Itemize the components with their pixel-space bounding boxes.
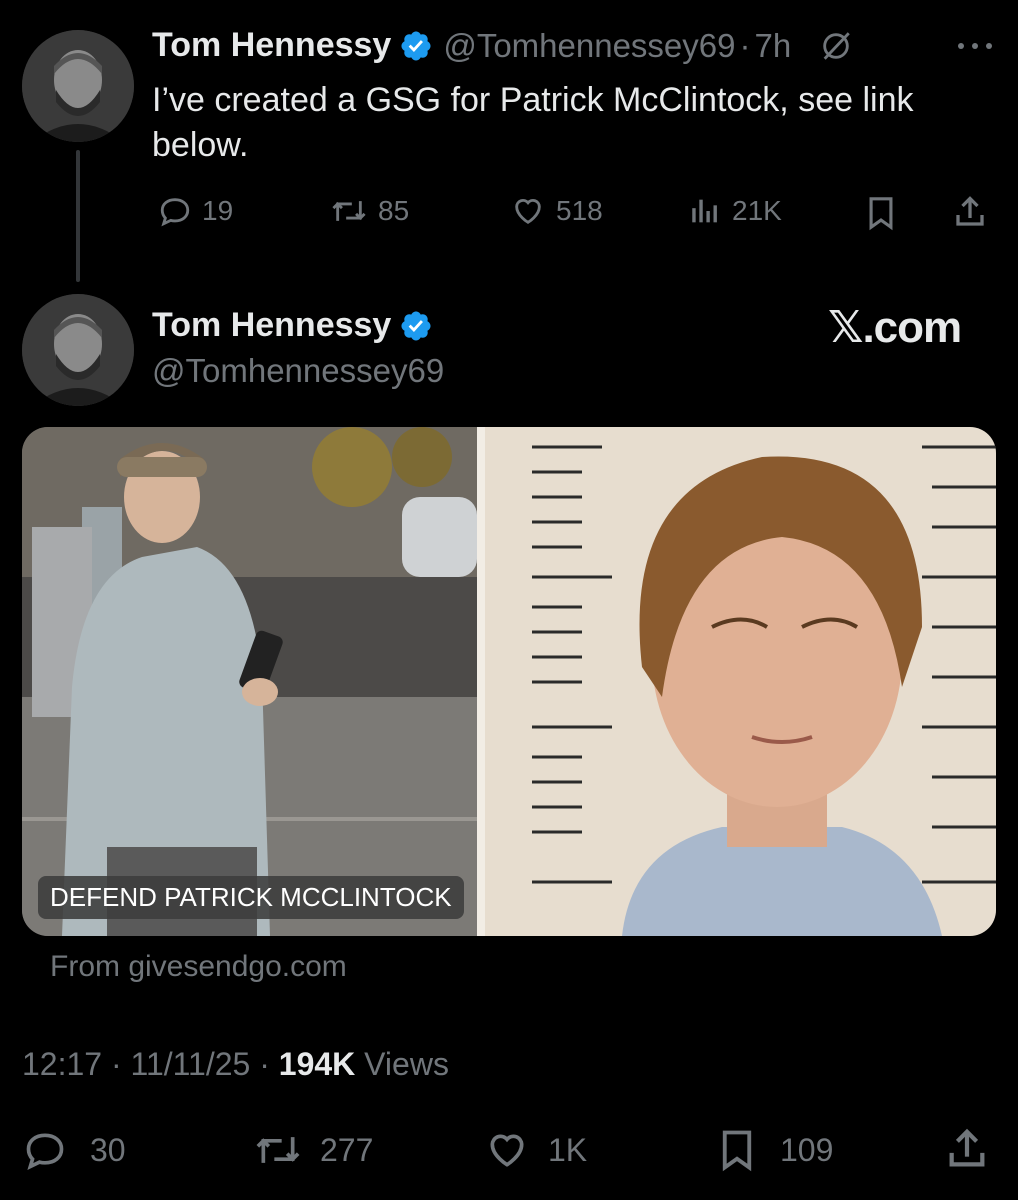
bookmark-icon [722, 1130, 752, 1172]
views-count: 21K [732, 195, 782, 226]
tweet-meta: 12:17 · 11/11/25 · 194K Views [22, 1046, 449, 1083]
bookmark-count: 109 [780, 1131, 834, 1168]
views-icon [692, 199, 717, 223]
author-handle[interactable]: @Tomhennessey69 [152, 352, 444, 390]
author-handle[interactable]: @Tomhennessey69 [443, 27, 735, 65]
thread-line [76, 150, 80, 282]
like-count: 518 [556, 195, 603, 226]
repost-count: 85 [378, 195, 410, 226]
more-icon[interactable] [955, 36, 995, 56]
bookmark-button[interactable]: 109 [716, 1126, 833, 1174]
like-icon [490, 1134, 524, 1167]
reply-icon [26, 1133, 64, 1170]
views-label: Views [364, 1046, 449, 1082]
like-button[interactable]: 1K [484, 1128, 587, 1172]
views-button[interactable]: 21K [688, 194, 782, 228]
separator-dot: · [739, 26, 751, 64]
x-brand-logo: 𝕏.com [828, 303, 962, 352]
reply-icon [160, 198, 190, 227]
separator-dot: · [110, 1046, 122, 1082]
share-icon [956, 196, 984, 226]
repost-icon [256, 1137, 300, 1163]
avatar[interactable] [22, 294, 134, 406]
like-icon [515, 199, 541, 224]
views-count: 194K [278, 1046, 356, 1082]
bookmark-icon [869, 197, 893, 231]
grok-icon[interactable] [819, 29, 853, 63]
link-card-image[interactable] [22, 427, 996, 936]
repost-button[interactable]: 85 [330, 194, 409, 228]
verified-icon [401, 310, 431, 341]
repost-icon [332, 201, 366, 221]
timestamp[interactable]: 7h [755, 27, 792, 65]
avatar[interactable] [22, 30, 134, 142]
share-icon [949, 1128, 985, 1167]
reply-button[interactable]: 19 [158, 194, 233, 228]
like-button[interactable]: 518 [510, 194, 603, 228]
tweet-header: Tom Hennessy [152, 306, 433, 345]
card-source-link[interactable]: From givesendgo.com [50, 950, 347, 984]
repost-button[interactable]: 277 [252, 1128, 373, 1172]
post-time[interactable]: 12:17 [22, 1046, 102, 1082]
verified-icon [401, 30, 431, 61]
tweet-text: I’ve created a GSG for Patrick McClintoc… [152, 81, 914, 164]
author-name[interactable]: Tom Hennessy [152, 306, 391, 345]
bookmark-button[interactable] [864, 194, 898, 232]
share-button[interactable] [944, 1126, 990, 1172]
author-name[interactable]: Tom Hennessy [152, 26, 391, 65]
post-date[interactable]: 11/11/25 [131, 1046, 251, 1082]
reply-button[interactable]: 30 [22, 1128, 126, 1172]
like-count: 1K [548, 1131, 588, 1168]
reply-count: 19 [202, 195, 234, 226]
tweet-header: Tom Hennessy @Tomhennessey69 · 7h [152, 26, 853, 65]
separator-dot: · [259, 1046, 270, 1082]
reply-count: 30 [90, 1131, 126, 1168]
repost-count: 277 [320, 1131, 374, 1168]
card-caption: DEFEND PATRICK MCCLINTOCK [38, 876, 464, 919]
share-button[interactable] [952, 194, 988, 230]
